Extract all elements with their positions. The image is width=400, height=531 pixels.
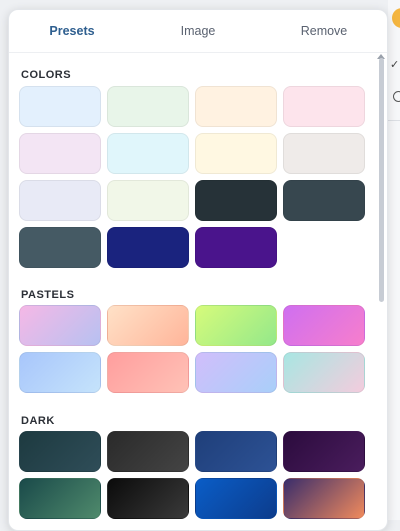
swatch-pink-lilac-gradient[interactable] [19,305,101,346]
section-title-dark: DARK [21,415,55,427]
scrollbar-thumb[interactable] [379,58,384,302]
swatch-light-peach[interactable] [195,86,277,127]
background-divider [388,120,400,121]
swatch-charcoal[interactable] [195,180,277,221]
swatch-light-green[interactable] [107,86,189,127]
swatch-light-indigo[interactable] [19,180,101,221]
swatch-peach-gradient[interactable] [107,305,189,346]
dark-grid [19,431,365,519]
swatch-light-gray[interactable] [283,133,365,174]
section-title-colors: COLORS [21,69,72,81]
swatch-violet-pink-gradient[interactable] [283,305,365,346]
background-search-icon [393,91,400,102]
swatch-mint-rose-gradient[interactable] [283,352,365,393]
section-title-pastels: PASTELS [21,289,75,301]
presets-content: COLORS PASTELS DARK [9,53,387,530]
swatch-light-cyan[interactable] [107,133,189,174]
tab-image[interactable]: Image [135,24,261,38]
swatch-plum-dark[interactable] [283,431,365,472]
swatch-sky-blue-gradient[interactable] [19,352,101,393]
swatch-emerald-dark[interactable] [19,478,101,519]
tab-presets[interactable]: Presets [9,24,135,38]
swatch-lime-green-gradient[interactable] [195,305,277,346]
swatch-deep-teal-dark[interactable] [19,431,101,472]
swatch-periwinkle-gradient[interactable] [195,352,277,393]
pastels-grid [19,305,365,393]
swatch-black-dark[interactable] [107,478,189,519]
swatch-coral-gradient[interactable] [107,352,189,393]
swatch-light-pink[interactable] [283,86,365,127]
background-picker-popover: Presets Image Remove COLORS PASTELS DARK [8,9,388,531]
swatch-graphite-dark[interactable] [107,431,189,472]
swatch-royal-blue-dark[interactable] [195,478,277,519]
swatch-navy-blue-dark[interactable] [195,431,277,472]
background-check-icon: ✓ [390,58,400,71]
swatch-sunset-dark[interactable] [283,478,365,519]
swatch-slate[interactable] [19,227,101,268]
swatch-dark-slate[interactable] [283,180,365,221]
swatch-navy[interactable] [107,227,189,268]
swatch-light-cream[interactable] [195,133,277,174]
swatch-light-lavender[interactable] [19,133,101,174]
swatch-light-lime[interactable] [107,180,189,221]
background-window-edge [388,0,400,520]
colors-grid [19,86,365,268]
swatch-light-blue[interactable] [19,86,101,127]
swatch-purple[interactable] [195,227,277,268]
tab-remove[interactable]: Remove [261,24,387,38]
picker-tabs: Presets Image Remove [9,10,387,53]
